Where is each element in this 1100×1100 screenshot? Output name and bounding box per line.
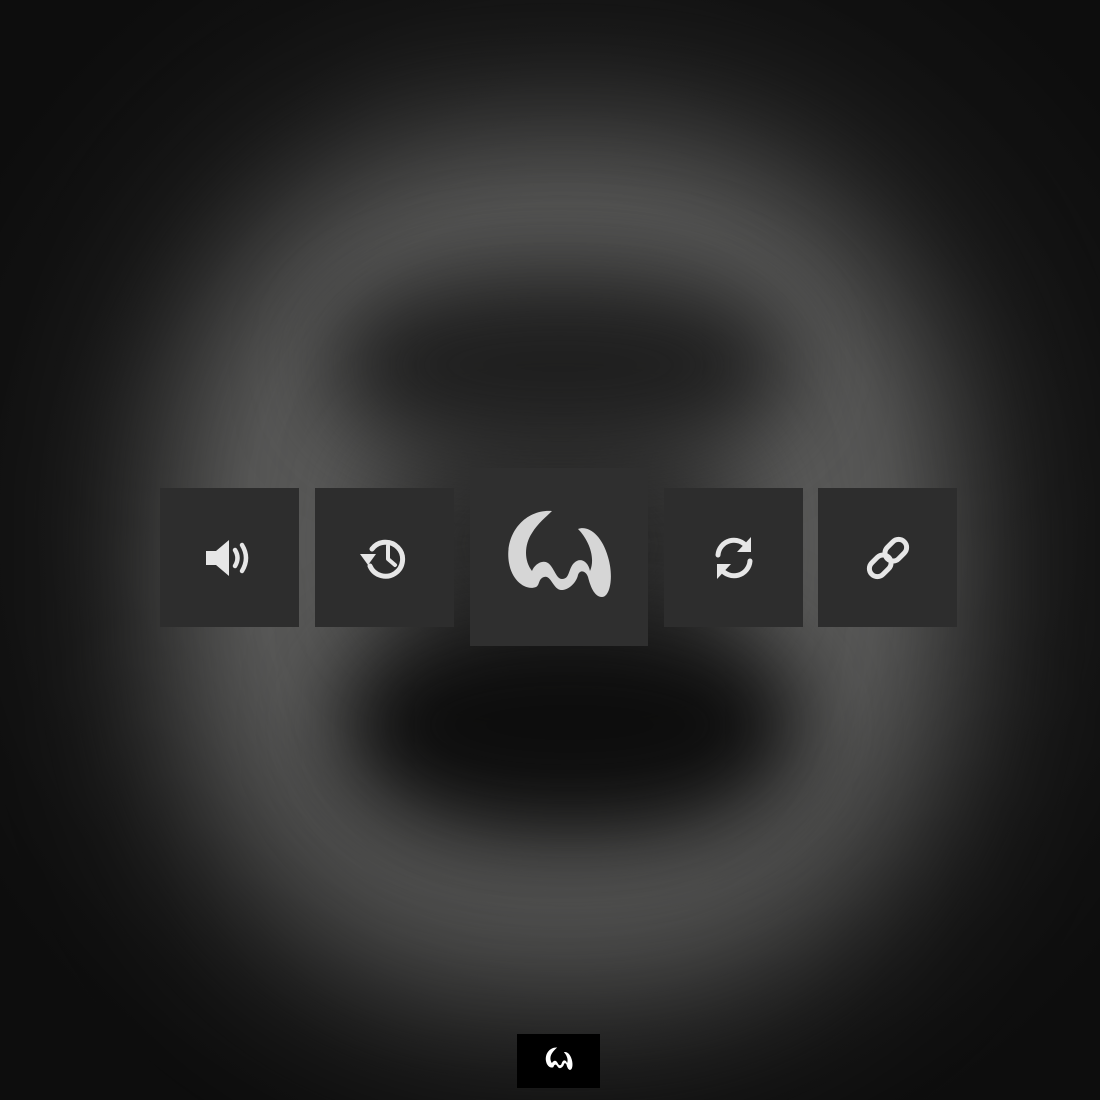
refresh-button[interactable] [664, 488, 803, 627]
logo-icon [504, 505, 614, 609]
volume-button[interactable] [160, 488, 299, 627]
history-button[interactable] [315, 488, 454, 627]
volume-icon [204, 536, 256, 580]
refresh-icon [710, 534, 758, 582]
player-controls [0, 0, 1100, 1100]
video-stage [0, 0, 1100, 1100]
link-button[interactable] [818, 488, 957, 627]
logo-icon [544, 1046, 574, 1076]
footer-logo-button[interactable] [517, 1034, 600, 1088]
logo-button[interactable] [470, 468, 648, 646]
history-icon [359, 532, 411, 584]
link-icon [863, 533, 913, 583]
